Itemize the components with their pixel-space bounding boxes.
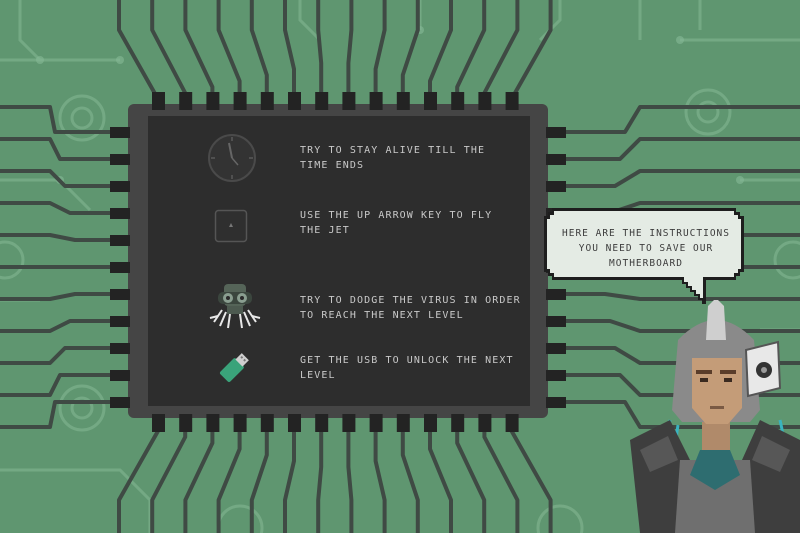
speech-bubble-text: HERE ARE THE INSTRUCTIONS YOU NEED TO SA…: [562, 228, 730, 269]
instruction-text-2: USE THE UP ARROW KEY TO FLY THE JET: [300, 210, 493, 236]
guide-character: [630, 300, 800, 533]
up-arrow-key-icon: [214, 209, 248, 243]
usb-icon: [219, 353, 249, 383]
instruction-text-4: GET THE USB TO UNLOCK THE NEXT LEVEL: [300, 355, 514, 381]
virus-icon: [209, 284, 261, 329]
instruction-text-3: TRY TO DODGE THE VIRUS IN ORDER TO REACH…: [300, 295, 521, 321]
clock-icon: [208, 134, 256, 182]
instruction-text-1: TRY TO STAY ALIVE TILL THE TIME ENDS: [300, 145, 486, 171]
